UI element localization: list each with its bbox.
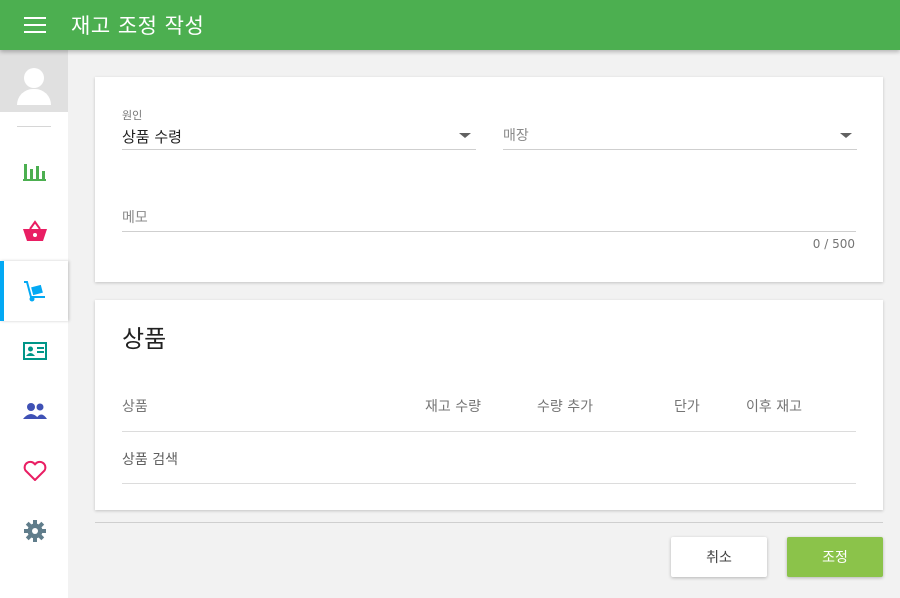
- memo-placeholder: 메모: [122, 210, 148, 226]
- column-header-after-stock: 이후 재고: [746, 399, 802, 415]
- column-header-product: 상품: [122, 399, 148, 415]
- people-icon: [23, 403, 47, 419]
- products-card: 상품 상품 재고 수량 수량 추가 단가 이후 재고 상품 검색: [95, 300, 883, 510]
- sidebar-item-sales-report[interactable]: [0, 141, 68, 201]
- table-header-divider: [122, 431, 856, 432]
- table-row-divider: [122, 483, 856, 484]
- sidebar-divider: [17, 126, 51, 127]
- avatar-body: [17, 89, 51, 105]
- sidebar-item-favorites[interactable]: [0, 441, 68, 501]
- column-header-unit-price: 단가: [674, 399, 700, 415]
- gear-icon: [24, 520, 46, 542]
- column-header-add-qty: 수량 추가: [537, 399, 593, 415]
- sidebar-item-settings[interactable]: [0, 501, 68, 561]
- footer-divider: [95, 522, 883, 523]
- id-card-icon: [23, 342, 47, 360]
- products-section-title: 상품: [122, 325, 167, 353]
- sidebar-nav: [0, 50, 68, 598]
- cancel-button[interactable]: 취소: [671, 537, 767, 577]
- heart-icon: [23, 460, 47, 481]
- basket-icon: [23, 220, 47, 241]
- column-header-stock-qty: 재고 수량: [425, 399, 481, 415]
- page-title: 재고 조정 작성: [71, 14, 205, 38]
- user-avatar-icon[interactable]: [0, 50, 68, 112]
- bar-chart-icon: [23, 164, 46, 181]
- memo-underline: [122, 231, 856, 232]
- sidebar-item-inventory[interactable]: [0, 261, 68, 321]
- avatar-head: [24, 68, 44, 88]
- store-underline: [503, 149, 857, 150]
- store-placeholder: 매장: [503, 128, 529, 144]
- product-search-input[interactable]: 상품 검색: [122, 449, 178, 469]
- chevron-down-icon: [459, 133, 471, 138]
- sidebar-item-products[interactable]: [0, 321, 68, 381]
- top-app-bar: 재고 조정 작성: [0, 0, 900, 50]
- memo-char-counter: 0 / 500: [812, 237, 855, 251]
- reason-underline: [122, 149, 476, 150]
- chevron-down-icon: [840, 133, 852, 138]
- sidebar-item-sales[interactable]: [0, 201, 68, 261]
- adjust-button[interactable]: 조정: [787, 537, 883, 577]
- adjustment-form-card: 원인 상품 수령 매장 메모 0 / 500: [95, 77, 883, 282]
- hamburger-menu-icon[interactable]: [24, 17, 46, 33]
- reason-label: 원인: [122, 109, 143, 122]
- sidebar-item-customers[interactable]: [0, 381, 68, 441]
- hand-truck-icon: [24, 281, 45, 302]
- reason-value: 상품 수령: [122, 128, 182, 146]
